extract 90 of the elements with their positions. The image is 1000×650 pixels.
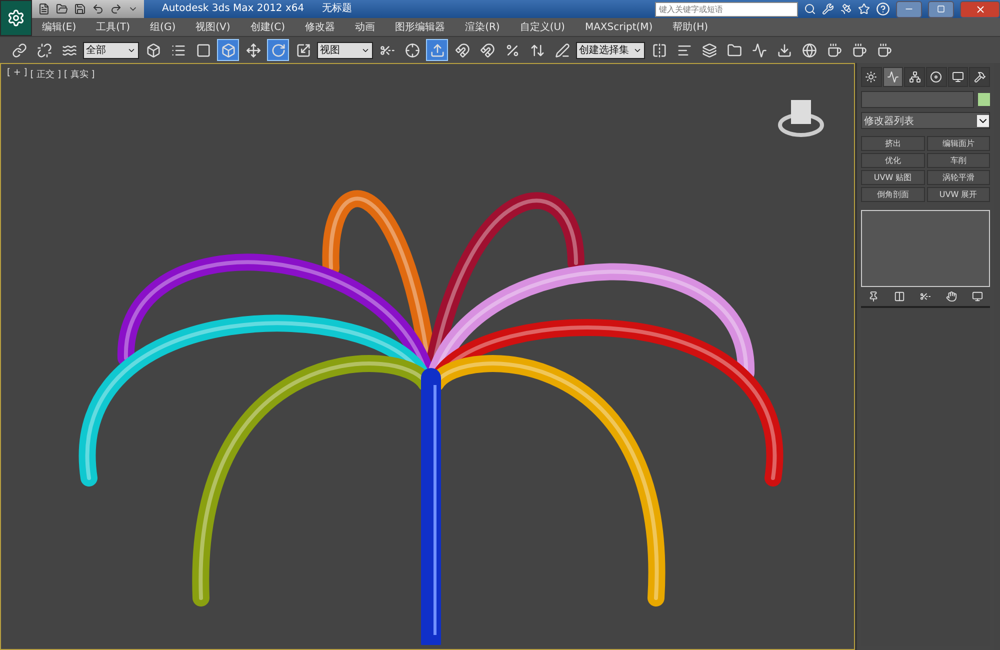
- viewport-label[interactable]: [ 正交 ]: [30, 68, 62, 81]
- redo-icon[interactable]: [110, 3, 122, 15]
- menu-item[interactable]: 工具(T): [96, 20, 130, 34]
- align-icon: [676, 42, 692, 58]
- link-icon: [12, 42, 26, 58]
- monitor-icon: [952, 71, 964, 83]
- percent-icon: [504, 42, 520, 58]
- disc-tab[interactable]: [926, 67, 947, 87]
- help-icon[interactable]: [876, 2, 890, 16]
- cube-icon: [146, 42, 160, 58]
- monitor-tab[interactable]: [948, 67, 968, 87]
- hierarchy-icon: [908, 71, 921, 83]
- hammer-icon: [974, 71, 986, 83]
- modifier-button[interactable]: 涡轮平滑: [926, 170, 990, 185]
- layers-icon: [702, 42, 716, 58]
- viewport-label[interactable]: [ + ]: [7, 68, 28, 81]
- open-folder-icon[interactable]: [56, 3, 68, 15]
- menu-item[interactable]: 编辑(E): [42, 20, 76, 34]
- scale-icon: [296, 42, 310, 58]
- menu-item[interactable]: 视图(V): [196, 20, 230, 34]
- sun-tab[interactable]: [861, 67, 882, 87]
- curve-tab[interactable]: [882, 67, 904, 87]
- curve-icon: [887, 71, 899, 83]
- modifier-stack-list[interactable]: [861, 210, 990, 287]
- crosshair-icon: [404, 42, 420, 58]
- disc-icon: [930, 71, 942, 83]
- menu-item[interactable]: 帮助(H): [672, 20, 708, 34]
- pin-icon[interactable]: [868, 291, 880, 302]
- folder-icon: [726, 42, 742, 58]
- wrench-icon[interactable]: [822, 3, 834, 15]
- modifier-button[interactable]: 优化: [861, 153, 924, 168]
- maximize-icon: [937, 5, 945, 13]
- modifier-dropdown[interactable]: 修改器列表: [861, 112, 990, 129]
- viewport-label[interactable]: [ 真实 ]: [64, 68, 95, 81]
- menu-item[interactable]: 动画: [355, 20, 376, 34]
- close-button[interactable]: [960, 0, 1000, 18]
- dropdown[interactable]: 创建选择集: [576, 42, 645, 58]
- maximize-button[interactable]: [928, 0, 954, 18]
- menu-item[interactable]: 渲染(R): [465, 20, 500, 34]
- up-arrow-button[interactable]: [426, 39, 448, 61]
- flip-icon: [652, 42, 666, 58]
- hierarchy-tab[interactable]: [904, 67, 926, 87]
- move-icon: [246, 42, 260, 58]
- dropdown-value: 视图: [320, 44, 340, 57]
- dropdown-value: 全部: [86, 44, 106, 57]
- modifier-button[interactable]: 倒角剖面: [861, 187, 924, 202]
- modifier-button[interactable]: 车削: [926, 153, 990, 168]
- document-title: 无标题: [322, 2, 352, 16]
- cube-icon: [220, 42, 236, 58]
- list-icon: [170, 42, 186, 58]
- sun-icon: [865, 71, 878, 83]
- menu-item[interactable]: 创建(C): [250, 20, 286, 34]
- curve-icon: [752, 42, 766, 58]
- modifier-button[interactable]: 编辑面片: [926, 136, 990, 151]
- satellite-icon[interactable]: [840, 3, 852, 15]
- pen-icon: [554, 42, 570, 58]
- scissors-icon[interactable]: [920, 291, 931, 302]
- name-field[interactable]: [861, 91, 974, 108]
- cube-button[interactable]: [217, 39, 239, 61]
- columns-icon[interactable]: [894, 291, 906, 302]
- new-file-icon[interactable]: [38, 3, 50, 15]
- modifier-button[interactable]: UVW 贴图: [861, 170, 924, 185]
- star-icon[interactable]: [858, 3, 870, 15]
- dropdown[interactable]: 全部: [83, 42, 139, 58]
- download-icon: [776, 42, 792, 58]
- wave-icon: [62, 42, 76, 58]
- undo-icon[interactable]: [92, 3, 104, 15]
- menu-item[interactable]: 修改器: [305, 20, 336, 34]
- menu-item[interactable]: 图形编辑器: [395, 20, 446, 34]
- modifier-button[interactable]: UVW 展开: [926, 187, 990, 202]
- magnet-icon: [454, 42, 470, 58]
- color-swatch[interactable]: [978, 93, 990, 106]
- close-icon: [974, 4, 986, 14]
- hand-icon[interactable]: [946, 291, 957, 302]
- dropdown[interactable]: 视图: [317, 42, 373, 58]
- rotate-button[interactable]: [267, 39, 289, 61]
- dropdown-value: 创建选择集: [579, 44, 629, 57]
- menu-item[interactable]: 自定义(U): [520, 20, 565, 34]
- modifier-button[interactable]: 挤出: [861, 136, 924, 151]
- globe-icon: [802, 42, 816, 58]
- window-title: Autodesk 3ds Max 2012 x64: [162, 2, 304, 16]
- magnet-icon: [480, 42, 494, 58]
- unlink-icon: [36, 42, 52, 58]
- menu-item[interactable]: MAXScript(M): [584, 22, 653, 32]
- menu-item[interactable]: 组(G): [150, 20, 176, 34]
- search-field[interactable]: 键入关键字或短语: [655, 2, 798, 17]
- save-icon[interactable]: [74, 3, 86, 15]
- monitor-icon[interactable]: [972, 291, 983, 302]
- hammer-tab[interactable]: [969, 67, 990, 87]
- rotate-icon: [270, 42, 286, 58]
